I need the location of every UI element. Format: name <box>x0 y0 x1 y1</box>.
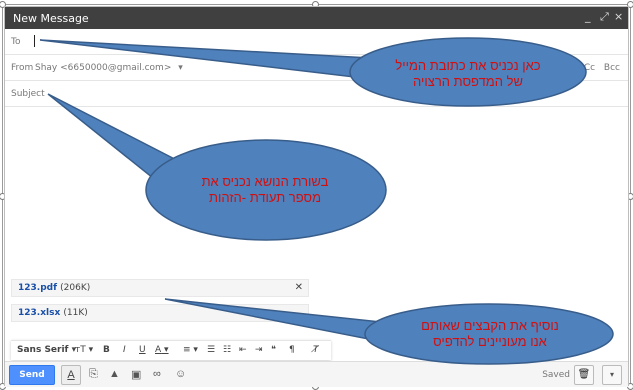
callout-line: בשורת הנושא נכניס את <box>201 174 329 189</box>
callout-line: מספר תעודת -הזהות <box>209 190 321 205</box>
callout-text-attachments: נוסיף את הקבצים שאותם אנו מעוניינים להדפ… <box>390 318 590 350</box>
callout-text-to: כאן נכניס את כתובת המייל של המדפסת הרצוי… <box>368 58 568 90</box>
callout-line: כאן נכניס את כתובת המייל <box>395 58 541 73</box>
callout-pointer <box>39 39 382 81</box>
callout-line: של המדפסת הרצויה <box>413 74 523 89</box>
callout-line: אנו מעוניינים להדפיס <box>433 334 547 349</box>
callout-line: נוסיף את הקבצים שאותם <box>421 318 559 333</box>
callout-subject <box>47 93 387 241</box>
callout-pointer <box>164 298 391 343</box>
callout-text-subject: בשורת הנושא נכניס את מספר תעודת -הזהות <box>170 174 360 206</box>
